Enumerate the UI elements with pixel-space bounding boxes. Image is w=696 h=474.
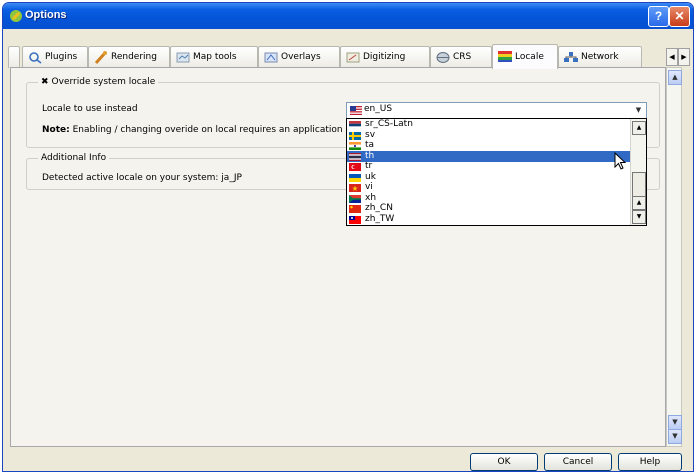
dropdown-scroll-up-button[interactable]: ▲ bbox=[632, 121, 646, 135]
locale-dropdown-list[interactable]: sr_CS-Latn sv ta th tr uk vi xh zh_CN zh… bbox=[346, 118, 647, 226]
list-item-zh-cn[interactable]: zh_CN bbox=[347, 203, 630, 214]
list-item-tr[interactable]: tr bbox=[347, 161, 630, 172]
locale-to-use-label: Locale to use instead bbox=[42, 104, 138, 114]
tab-crs[interactable]: CRS bbox=[430, 46, 492, 68]
list-item-zh-tw[interactable]: zh_TW bbox=[347, 214, 630, 225]
plugins-icon bbox=[29, 52, 42, 64]
crs-icon bbox=[436, 52, 450, 63]
dropdown-scrollbar[interactable]: ▲ ▲ ▼ bbox=[630, 119, 646, 225]
south-africa-flag-icon bbox=[349, 194, 361, 203]
mouse-cursor-icon bbox=[614, 152, 627, 170]
title-bar[interactable]: Options ? ✕ bbox=[3, 3, 693, 29]
serbia-flag-icon bbox=[349, 121, 361, 129]
chevron-down-icon[interactable]: ▼ bbox=[631, 103, 646, 118]
dropdown-scroll-up-button-2[interactable]: ▲ bbox=[632, 196, 646, 210]
network-icon bbox=[564, 52, 578, 62]
overlays-icon bbox=[264, 52, 278, 63]
locale-combobox[interactable]: en_US ▼ bbox=[346, 102, 647, 119]
tab-locale[interactable]: Locale bbox=[492, 44, 558, 69]
tab-rendering[interactable]: Rendering bbox=[88, 46, 170, 68]
china-flag-icon bbox=[349, 205, 361, 213]
taiwan-flag-icon bbox=[349, 215, 361, 224]
digitizing-icon bbox=[346, 52, 360, 63]
tab-scroll-right-button[interactable]: ▶ bbox=[678, 48, 690, 66]
panel-vertical-scrollbar[interactable]: ▲ ▼ ▼ bbox=[666, 67, 682, 447]
turkey-flag-icon bbox=[349, 163, 361, 171]
ukraine-flag-icon bbox=[349, 173, 361, 182]
scroll-down-button-2[interactable]: ▼ bbox=[668, 429, 682, 444]
list-item-sr-cs-latn[interactable]: sr_CS-Latn bbox=[347, 119, 630, 130]
tab-plugins[interactable]: Plugins bbox=[22, 46, 88, 68]
dropdown-scroll-down-button[interactable]: ▼ bbox=[632, 210, 646, 224]
map-tools-icon bbox=[176, 52, 190, 63]
locale-combobox-value: en_US bbox=[364, 104, 393, 114]
scroll-up-button[interactable]: ▲ bbox=[668, 70, 682, 85]
list-item-sv[interactable]: sv bbox=[347, 130, 630, 141]
list-item-uk[interactable]: uk bbox=[347, 172, 630, 183]
tab-map-tools[interactable]: Map tools bbox=[170, 46, 258, 68]
list-item-vi[interactable]: vi bbox=[347, 182, 630, 193]
help-button[interactable]: Help bbox=[618, 453, 682, 471]
list-item-ta[interactable]: ta bbox=[347, 140, 630, 151]
rendering-icon bbox=[94, 51, 107, 64]
title-help-button[interactable]: ? bbox=[648, 6, 669, 27]
vietnam-flag-icon bbox=[349, 184, 361, 192]
locale-icon bbox=[498, 51, 512, 62]
additional-info-title: Additional Info bbox=[38, 152, 110, 164]
tab-scroll-left-button[interactable]: ◀ bbox=[666, 48, 678, 66]
list-item-th[interactable]: th bbox=[347, 150, 630, 162]
restart-note: Note: Enabling / changing overide on loc… bbox=[42, 125, 346, 135]
tab-digitizing[interactable]: Digitizing bbox=[340, 46, 430, 68]
locale-options: sr_CS-Latn sv ta th tr uk vi xh zh_CN zh… bbox=[347, 119, 630, 225]
tab-network[interactable]: Network bbox=[558, 46, 642, 68]
tab-strip: Plugins Rendering Map tools Overlays Dig… bbox=[22, 44, 682, 69]
tab-overflow-left[interactable] bbox=[8, 46, 20, 68]
list-item-xh[interactable]: xh bbox=[347, 193, 630, 204]
tab-overlays[interactable]: Overlays bbox=[258, 46, 340, 68]
override-locale-checkbox[interactable]: ✖ Override system locale bbox=[38, 76, 159, 88]
detected-locale-text: Detected active locale on your system: j… bbox=[42, 173, 242, 183]
cancel-button[interactable]: Cancel bbox=[544, 453, 612, 471]
thailand-flag-icon bbox=[349, 152, 361, 161]
scroll-down-button[interactable]: ▼ bbox=[668, 415, 682, 430]
window-title: Options bbox=[25, 9, 67, 21]
title-close-button[interactable]: ✕ bbox=[669, 6, 690, 27]
us-flag-icon bbox=[350, 106, 362, 115]
sweden-flag-icon bbox=[349, 131, 361, 140]
ok-button[interactable]: OK bbox=[470, 453, 538, 471]
india-flag-icon bbox=[349, 142, 361, 150]
checkbox-check-icon: ✖ bbox=[41, 77, 49, 87]
qgis-logo-icon bbox=[10, 10, 22, 22]
